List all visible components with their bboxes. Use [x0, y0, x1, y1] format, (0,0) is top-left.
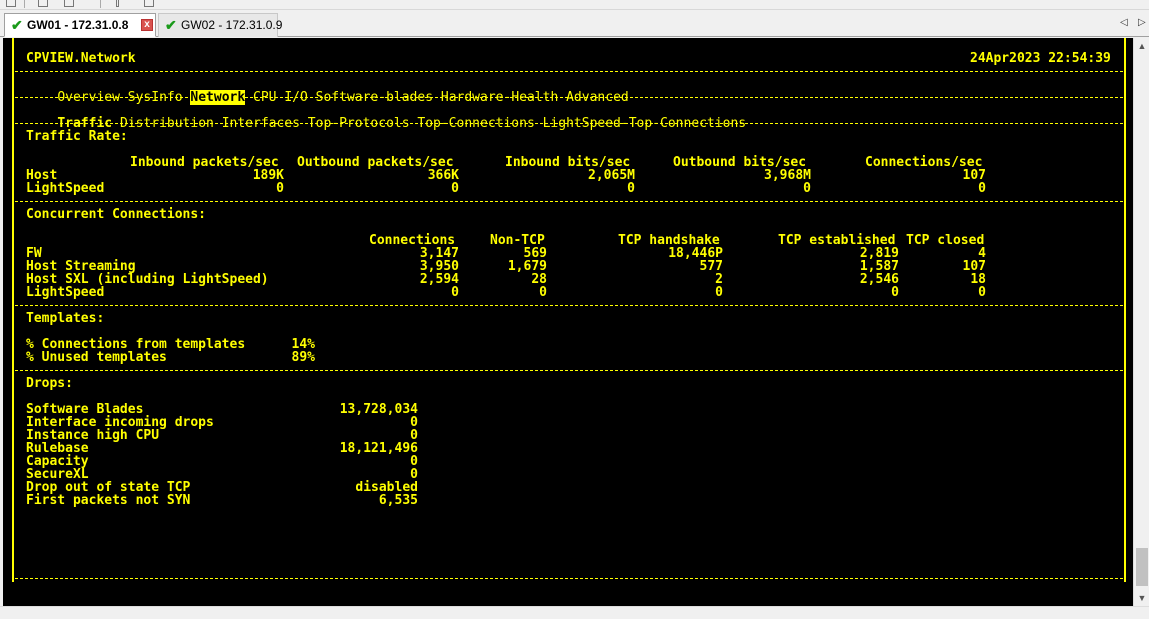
sub-menu: Traffic Distribution Interfaces Top-Prot…	[26, 104, 746, 143]
row-label: LightSpeed	[26, 285, 105, 300]
submenu-top-protocols[interactable]: Top-Protocols	[308, 116, 410, 131]
scroll-up-icon[interactable]: ▲	[1134, 38, 1149, 54]
divider	[15, 201, 1123, 202]
submenu-top-connections[interactable]: Top-Connections	[417, 116, 534, 131]
image-icon[interactable]	[144, 0, 154, 7]
cell-value: 0	[410, 454, 418, 469]
section-title: Drops:	[26, 376, 73, 391]
toolbar-separator	[24, 0, 25, 8]
cell-value: 0	[978, 285, 986, 300]
menu-hardware-health[interactable]: Hardware-Health	[441, 90, 558, 105]
menu-overview[interactable]: Overview	[57, 90, 120, 105]
cell-value: 18,121,496	[339, 441, 418, 456]
bottom-bar	[0, 606, 1149, 619]
scroll-right-icon[interactable]: ▷	[1138, 17, 1146, 28]
divider	[15, 370, 1123, 371]
row-label: LightSpeed	[26, 181, 105, 196]
section-title: Templates:	[26, 311, 105, 326]
section-title: Traffic Rate:	[26, 129, 128, 144]
tab-label: GW02 - 172.31.0.9	[181, 18, 283, 32]
menu-software-blades[interactable]: Software-blades	[316, 90, 433, 105]
print-icon[interactable]	[6, 0, 16, 7]
scroll-left-icon[interactable]: ◁	[1120, 17, 1128, 28]
tool-icon[interactable]	[38, 0, 48, 7]
window-title: CPVIEW.Network	[26, 51, 136, 66]
cell-value: 0	[978, 181, 986, 196]
cell-value: 0	[803, 181, 811, 196]
divider	[15, 71, 1123, 72]
tab-gw02[interactable]: ✔ GW02 - 172.31.0.9	[158, 13, 282, 37]
terminal-screen[interactable]: CPVIEW.Network 24Apr2023 22:54:39 Overvi…	[3, 38, 1133, 606]
menu-advanced[interactable]: Advanced	[566, 90, 629, 105]
vertical-scrollbar[interactable]: ▲ ▼	[1133, 38, 1149, 606]
toolbar	[0, 0, 1149, 10]
divider	[15, 305, 1123, 306]
toolbar-separator	[100, 0, 101, 8]
row-label: First packets not SYN	[26, 493, 191, 508]
column-header: TCP closed	[906, 233, 985, 248]
menu-sysinfo[interactable]: SysInfo	[128, 90, 183, 105]
scrollbar-thumb[interactable]	[1136, 548, 1148, 586]
section-title: Concurrent Connections:	[26, 207, 207, 222]
submenu-interfaces[interactable]: Interfaces	[222, 116, 300, 131]
cell-value: 0	[891, 285, 899, 300]
menu-network[interactable]: Network	[190, 90, 246, 105]
datetime: 24Apr2023 22:54:39	[970, 51, 1111, 66]
cell-value: 0	[627, 181, 635, 196]
info-icon[interactable]	[116, 0, 119, 7]
divider	[15, 578, 1123, 579]
scroll-down-icon[interactable]: ▼	[1134, 590, 1149, 606]
cell-value: 0	[715, 285, 723, 300]
cell-value: 0	[451, 285, 459, 300]
submenu-distribution[interactable]: Distribution	[120, 116, 214, 131]
cell-value: 0	[539, 285, 547, 300]
cell-value: 89%	[291, 350, 315, 365]
border-right	[1124, 38, 1126, 582]
row-label: % Unused templates	[26, 350, 167, 365]
menu-io[interactable]: I/O	[284, 90, 307, 105]
cell-value: 0	[451, 181, 459, 196]
cell-value: 2	[715, 272, 723, 287]
cell-value: 0	[410, 415, 418, 430]
cell-value: 577	[699, 259, 723, 274]
check-icon: ✔	[165, 17, 177, 33]
cell-value: 0	[276, 181, 284, 196]
tab-label: GW01 - 172.31.0.8	[27, 18, 129, 32]
menu-cpu[interactable]: CPU	[253, 90, 276, 105]
check-icon: ✔	[11, 17, 23, 33]
close-icon[interactable]: x	[141, 19, 153, 31]
tool-icon[interactable]	[64, 0, 74, 7]
cell-value: 6,535	[378, 493, 418, 508]
tab-gw01[interactable]: ✔ GW01 - 172.31.0.8 x	[4, 13, 156, 37]
cell-value: 13,728,034	[339, 402, 418, 417]
border-left	[12, 38, 14, 582]
tab-strip: ✔ GW01 - 172.31.0.8 x ✔ GW02 - 172.31.0.…	[0, 11, 1149, 37]
submenu-lightspeed-top-connections[interactable]: LightSpeed-Top-Connections	[543, 116, 747, 131]
